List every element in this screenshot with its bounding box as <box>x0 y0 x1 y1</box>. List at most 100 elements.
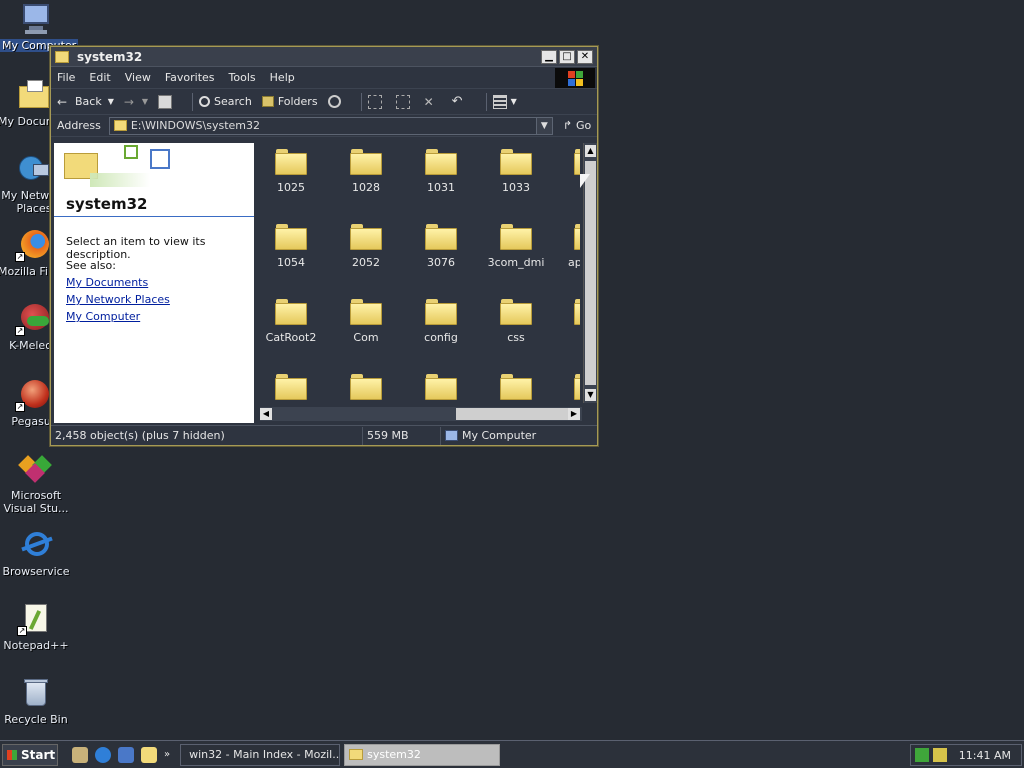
security-tray-icon[interactable] <box>933 748 947 762</box>
start-button[interactable]: Start <box>2 743 58 766</box>
window-title: system32 <box>77 49 143 64</box>
link-my-documents[interactable]: My Documents <box>66 276 148 289</box>
views-button[interactable]: ▼ <box>492 94 517 109</box>
file-list[interactable]: 1025 1028 1031 1033 1054 2052 3076 3com_… <box>254 143 580 411</box>
minimize-button[interactable]: ▁ <box>541 49 557 64</box>
status-bar: 2,458 object(s) (plus 7 hidden) 559 MB M… <box>51 425 597 445</box>
folder-item[interactable] <box>410 374 472 406</box>
chevron-down-icon[interactable]: ▼ <box>108 97 114 106</box>
folder-item[interactable]: CatRoot2 <box>260 299 322 344</box>
internet-explorer-icon[interactable] <box>95 746 111 763</box>
window-titlebar[interactable]: system32 ▁ □ ✕ <box>51 47 597 67</box>
move-to-icon <box>367 94 382 109</box>
folder-icon <box>275 374 307 400</box>
folder-item-partial[interactable]: ap <box>560 224 580 269</box>
delete-icon: ✕ <box>423 94 434 109</box>
scroll-right-arrow[interactable]: ▶ <box>568 408 580 420</box>
up-folder-button[interactable] <box>158 94 176 109</box>
history-icon <box>327 95 341 108</box>
folder-item[interactable]: 3076 <box>410 224 472 269</box>
windows-explorer-icon[interactable] <box>141 746 157 763</box>
folder-item[interactable]: css <box>485 299 547 344</box>
folder-item[interactable]: 2052 <box>335 224 397 269</box>
menu-tools[interactable]: Tools <box>229 71 256 84</box>
folder-item[interactable]: 1031 <box>410 149 472 194</box>
desktop-icon-notepad-plus-plus[interactable]: ↗ Notepad++ <box>0 602 72 652</box>
status-zone: My Computer <box>441 427 591 445</box>
link-my-network-places[interactable]: My Network Places <box>66 293 170 306</box>
folder-item[interactable]: config <box>410 299 472 344</box>
folder-item[interactable]: 3com_dmi <box>485 224 547 269</box>
up-folder-icon <box>158 94 173 109</box>
folders-icon <box>261 96 274 107</box>
menu-help[interactable]: Help <box>270 71 295 84</box>
taskbar-button-system32[interactable]: system32 <box>344 743 501 766</box>
folder-icon <box>425 374 457 400</box>
address-value: E:\WINDOWS\system32 <box>130 119 260 132</box>
folder-icon <box>350 299 382 325</box>
folder-item-partial[interactable] <box>560 374 580 406</box>
folder-icon <box>350 374 382 400</box>
toolbar-separator <box>485 92 487 111</box>
copy-to-button[interactable] <box>395 94 414 109</box>
delete-button[interactable]: ✕ <box>424 95 442 109</box>
folder-item[interactable] <box>260 374 322 406</box>
k-meleon-icon: ↗ <box>15 302 51 336</box>
desktop-icon-browservice[interactable]: Browservice <box>0 528 72 578</box>
address-bar: Address E:\WINDOWS\system32 ▼ ↱ Go <box>51 115 597 137</box>
back-button[interactable]: ← Back ▼ <box>57 95 114 109</box>
folder-item[interactable]: 1028 <box>335 149 397 194</box>
menu-file[interactable]: File <box>57 71 75 84</box>
vertical-scroll-thumb[interactable] <box>585 161 596 385</box>
history-button[interactable] <box>327 95 345 108</box>
clock[interactable]: 11:41 AM <box>959 749 1011 762</box>
desktop-icon-label: Visual Stu... <box>3 502 69 515</box>
explorer-window[interactable]: system32 ▁ □ ✕ File Edit View Favorites … <box>50 46 598 446</box>
show-desktop-icon[interactable] <box>72 746 88 763</box>
task-pane-divider <box>54 216 254 217</box>
address-dropdown-button[interactable]: ▼ <box>536 116 553 135</box>
move-to-button[interactable] <box>367 94 386 109</box>
forward-button[interactable]: → ▼ <box>124 95 148 109</box>
folder-icon <box>350 224 382 250</box>
taskbar-button-firefox[interactable]: win32 - Main Index - Mozil... <box>180 743 341 766</box>
visual-studio-icon <box>18 452 53 486</box>
horizontal-scroll-thumb[interactable] <box>456 408 568 420</box>
network-tray-icon[interactable] <box>915 748 929 762</box>
folder-item[interactable] <box>485 374 547 406</box>
chevron-down-icon[interactable]: ▼ <box>142 97 148 106</box>
chevron-down-icon[interactable]: ▼ <box>511 97 517 106</box>
desktop-icon-label: Microsoft <box>10 489 62 502</box>
menu-favorites[interactable]: Favorites <box>165 71 215 84</box>
chevron-right-icon[interactable]: » <box>164 749 170 760</box>
horizontal-scrollbar[interactable]: ◀ ▶ <box>260 407 582 421</box>
folder-item[interactable]: 1025 <box>260 149 322 194</box>
menu-edit[interactable]: Edit <box>89 71 110 84</box>
menu-view[interactable]: View <box>125 71 151 84</box>
task-pane-title: system32 <box>66 195 148 213</box>
folder-item[interactable]: Com <box>335 299 397 344</box>
maximize-button[interactable]: □ <box>559 49 575 64</box>
scroll-left-arrow[interactable]: ◀ <box>260 408 272 420</box>
close-button[interactable]: ✕ <box>577 49 593 64</box>
desktop-icon-recycle-bin[interactable]: Recycle Bin <box>0 676 72 726</box>
scroll-down-arrow[interactable]: ▼ <box>585 389 596 401</box>
folder-item[interactable] <box>335 374 397 406</box>
scroll-up-arrow[interactable]: ▲ <box>585 145 596 157</box>
folder-item[interactable]: 1033 <box>485 149 547 194</box>
link-my-computer[interactable]: My Computer <box>66 310 140 323</box>
desktop-icon-microsoft-visual-studio[interactable]: Microsoft Visual Stu... <box>0 452 72 515</box>
folder-icon <box>574 149 580 175</box>
folder-icon <box>275 299 307 325</box>
outlook-express-icon[interactable] <box>118 746 134 763</box>
folder-item[interactable]: 1054 <box>260 224 322 269</box>
folder-icon <box>574 224 580 250</box>
folders-button[interactable]: Folders <box>261 95 318 108</box>
folder-icon <box>275 149 307 175</box>
folder-item-partial[interactable] <box>560 299 580 331</box>
undo-button[interactable]: ↶ <box>452 94 470 109</box>
go-button[interactable]: ↱ Go <box>563 119 591 132</box>
search-button[interactable]: Search <box>199 95 252 108</box>
folder-item-partial[interactable] <box>560 149 580 181</box>
address-input[interactable]: E:\WINDOWS\system32 <box>108 116 537 135</box>
